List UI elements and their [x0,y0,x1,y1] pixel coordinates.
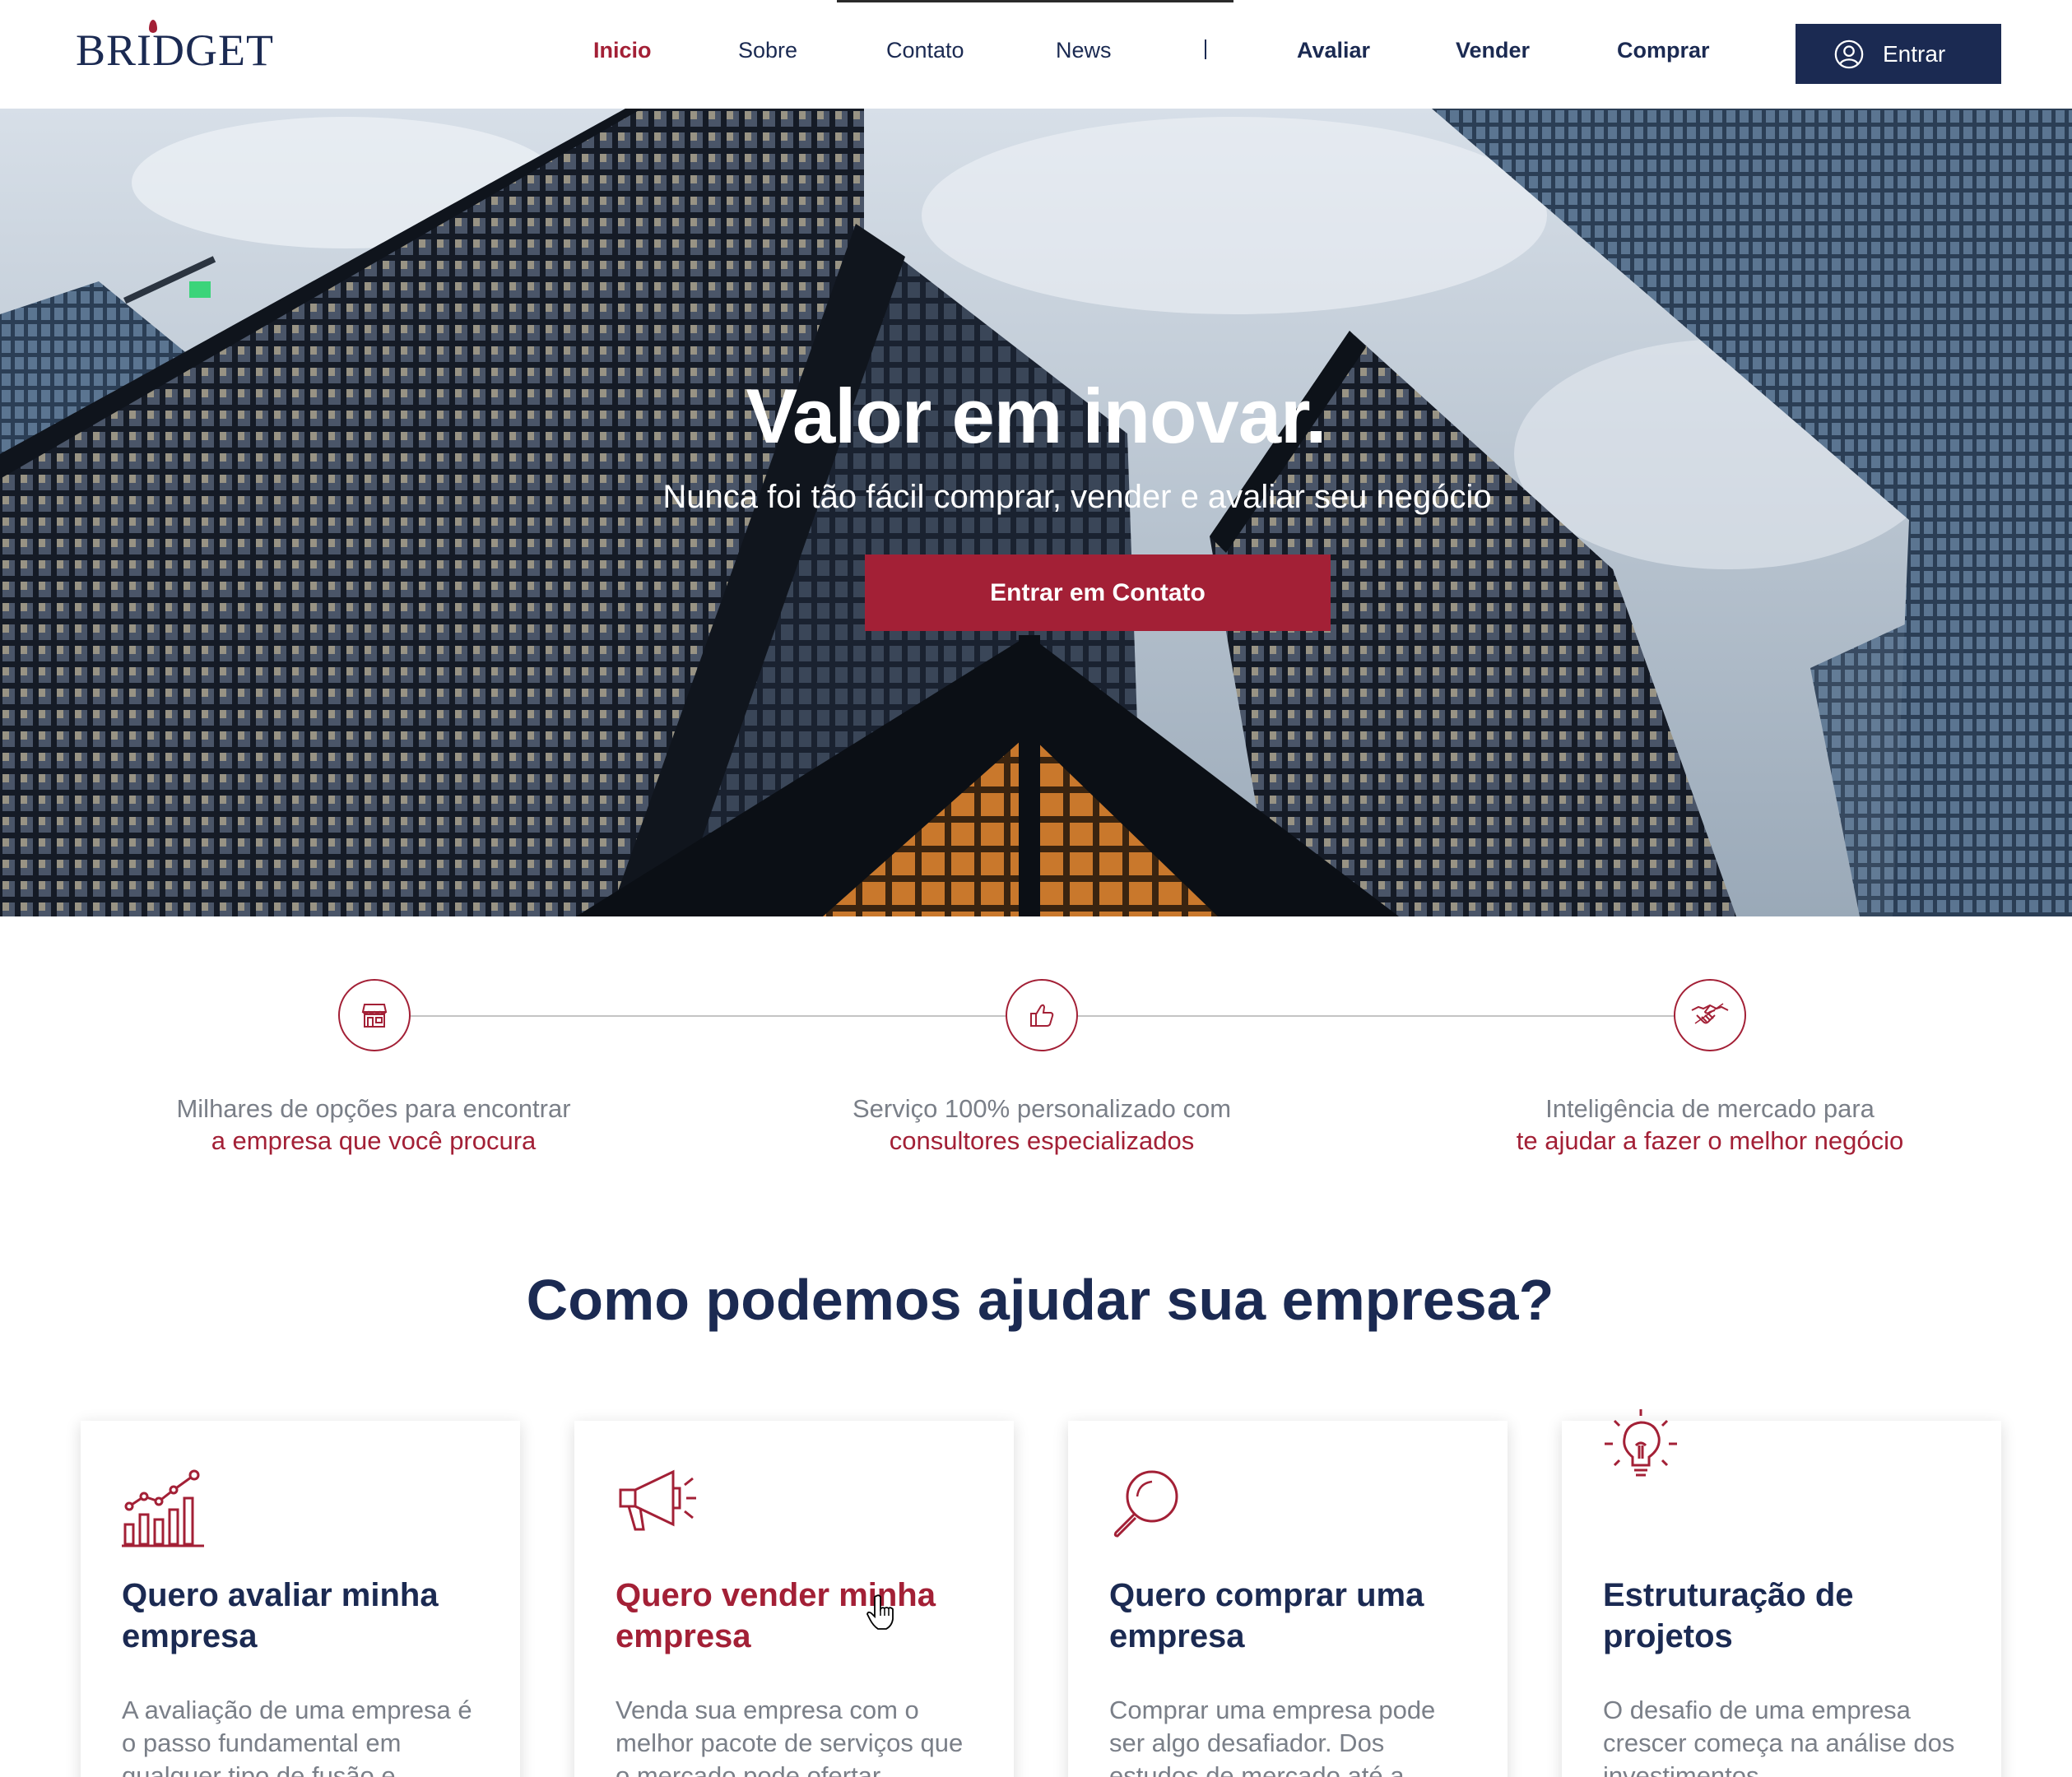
service-card-projetos[interactable]: Estruturação de projetos O desafio de um… [1562,1409,2001,1777]
site-header: BRIDGET Inicio Sobre Contato News Avalia… [0,0,2072,109]
feature-2-line2: consultores especializados [889,1126,1195,1155]
logo[interactable]: BRIDGET [76,20,274,76]
feature-text-3: Inteligência de mercado para te ajudar a… [1422,1093,1998,1157]
features-strip: Milhares de opções para encontrar a empr… [0,916,2072,1196]
service-card-avaliar[interactable]: Quero avaliar minha empresa A avaliação … [81,1421,520,1777]
nav-item-avaliar[interactable]: Avaliar [1297,38,1370,63]
handshake-icon [1691,1003,1729,1024]
login-label: Entrar [1883,40,1946,67]
feature-icon-wrapper-3 [1674,979,1746,1051]
nav-item-news[interactable]: News [1056,38,1112,63]
store-icon [361,1004,388,1028]
hero-banner: Valor em inovar. Nunca foi tão fácil com… [0,109,2072,916]
nav-item-comprar[interactable]: Comprar [1617,38,1710,63]
header-top-accent [837,0,1233,2]
card-title: Estruturação de projetos [1603,1577,1854,1654]
hand-pointer-cursor-icon [866,1594,894,1630]
card-title: Quero avaliar minha empresa [122,1577,439,1654]
section-title: Como podemos ajudar sua empresa? [526,1268,1554,1332]
login-button[interactable]: Entrar [1796,24,2001,84]
card-description: Venda sua empresa com o melhor pacote de… [616,1696,964,1777]
thumbs-up-icon [1030,1004,1054,1027]
card-title: Quero comprar uma empresa [1109,1577,1424,1654]
megaphone-icon [619,1469,696,1531]
chart-growth-icon [122,1469,204,1547]
feature-icon-wrapper-1 [338,979,411,1051]
card-title: Quero vender minha empresa [616,1577,936,1654]
service-card-comprar[interactable]: Quero comprar uma empresa Comprar uma em… [1068,1421,1508,1777]
feature-1-line2: a empresa que você procura [211,1126,537,1155]
nav-item-contato[interactable]: Contato [886,38,964,63]
nav-item-vender[interactable]: Vender [1456,38,1530,63]
nav-separator [1205,39,1206,59]
service-card-vender[interactable]: Quero vender minha empresa Venda sua emp… [574,1421,1014,1777]
logo-flame-icon [149,20,157,33]
feature-text-2: Serviço 100% personalizado com consultor… [754,1093,1330,1157]
feature-icon-wrapper-2 [1006,979,1078,1051]
card-description: Comprar uma empresa pode ser algo desafi… [1109,1696,1436,1777]
logo-text: BRIDGET [76,26,274,75]
contact-cta-button[interactable]: Entrar em Contato [865,554,1331,631]
feature-text-1: Milhares de opções para encontrar a empr… [86,1093,662,1157]
magnifier-icon [1113,1470,1178,1538]
nav-item-inicio[interactable]: Inicio [593,38,652,63]
feature-3-line2: te ajudar a fazer o melhor negócio [1516,1126,1904,1155]
feature-1-line1: Milhares de opções para encontrar [176,1094,571,1123]
feature-2-line1: Serviço 100% personalizado com [852,1094,1232,1123]
nav-item-sobre[interactable]: Sobre [738,38,797,63]
card-description: O desafio de uma empresa crescer começa … [1603,1696,1955,1777]
user-circle-icon [1834,39,1864,68]
hero-subtitle: Nunca foi tão fácil comprar, vender e av… [662,479,1492,515]
card-description: A avaliação de uma empresa é o passo fun… [122,1696,472,1777]
feature-3-line1: Inteligência de mercado para [1545,1094,1875,1123]
hero-title: Valor em inovar. [746,373,1326,459]
lightbulb-icon [1605,1409,1677,1477]
